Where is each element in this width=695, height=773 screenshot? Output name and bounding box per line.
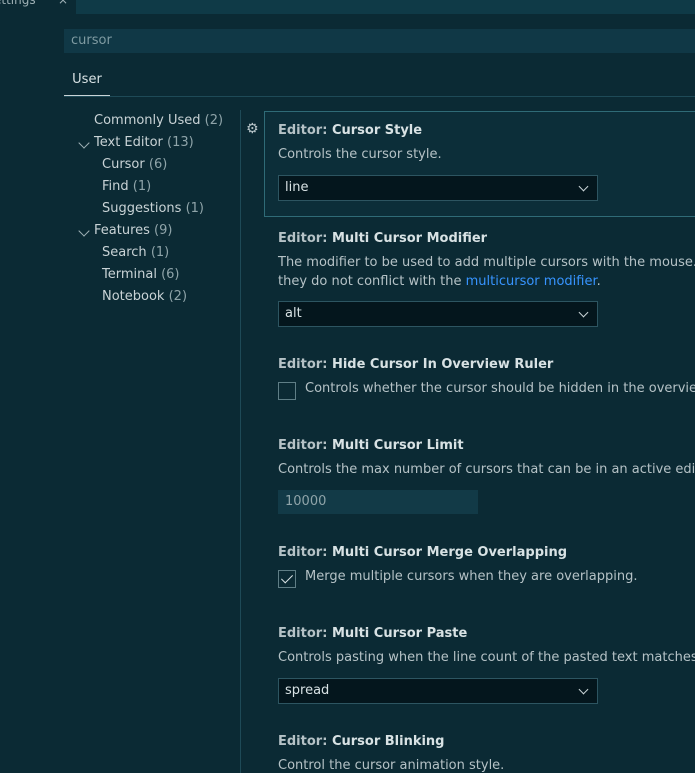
toc-item-search[interactable]: Search (1) bbox=[102, 242, 169, 264]
toc-count: (1) bbox=[150, 245, 170, 260]
multi-cursor-limit-input[interactable]: 10000 bbox=[278, 490, 478, 514]
scope-divider bbox=[64, 96, 695, 97]
toc-count: (6) bbox=[148, 157, 168, 172]
setting-title-multi-cursor-limit: Editor: Multi Cursor Limit bbox=[278, 438, 464, 453]
toc-count: (9) bbox=[154, 223, 173, 238]
setting-title-cursor-blinking: Editor: Cursor Blinking bbox=[278, 734, 445, 749]
tab-user-settings[interactable]: User bbox=[64, 69, 110, 96]
hide-cursor-overview-checkbox[interactable] bbox=[278, 382, 296, 400]
checkmark-icon bbox=[280, 571, 294, 584]
setting-name: Multi Cursor Paste bbox=[331, 626, 468, 641]
setting-name: Multi Cursor Limit bbox=[331, 438, 464, 453]
toc-item-commonly-used[interactable]: Commonly Used (2) bbox=[94, 110, 223, 132]
toc-label: Features bbox=[94, 223, 150, 238]
setting-category: Editor: bbox=[278, 438, 332, 453]
toc-label: Suggestions bbox=[102, 201, 182, 216]
description-text: they do not conflict with the bbox=[278, 274, 466, 289]
chevron-down-icon bbox=[578, 684, 589, 695]
toc-count: (6) bbox=[161, 267, 180, 282]
checkbox-label: Merge multiple cursors when they are ove… bbox=[305, 569, 638, 584]
checkbox-label: Controls whether the cursor should be hi… bbox=[305, 381, 695, 396]
toc-count: (1) bbox=[185, 201, 205, 216]
toc-item-text-editor[interactable]: Text Editor (13) bbox=[94, 132, 194, 154]
setting-description-line2: they do not conflict with the multicurso… bbox=[278, 274, 601, 289]
multi-cursor-merge-checkbox[interactable] bbox=[278, 570, 296, 588]
gear-icon[interactable]: ⚙ bbox=[246, 122, 260, 136]
toc-count: (13) bbox=[167, 135, 194, 150]
setting-category: Editor: bbox=[278, 626, 332, 641]
setting-category: Editor: bbox=[278, 357, 332, 372]
toc-item-cursor[interactable]: Cursor (6) bbox=[102, 154, 167, 176]
setting-name: Multi Cursor Modifier bbox=[331, 231, 488, 246]
toc-label: Commonly Used bbox=[94, 113, 201, 128]
cursor-style-select[interactable]: line bbox=[278, 175, 598, 201]
multi-cursor-paste-select[interactable]: spread bbox=[278, 678, 598, 704]
toc-label: Text Editor bbox=[94, 135, 163, 150]
settings-search-input[interactable]: cursor bbox=[64, 29, 695, 53]
setting-description: Controls the max number of cursors that … bbox=[278, 462, 695, 477]
multicursor-modifier-link[interactable]: multicursor modifier bbox=[466, 274, 597, 289]
setting-title-hide-cursor-overview: Editor: Hide Cursor In Overview Ruler bbox=[278, 357, 553, 372]
setting-category: Editor: bbox=[278, 123, 332, 138]
select-value: line bbox=[285, 180, 309, 195]
setting-description: Control the cursor animation style. bbox=[278, 758, 505, 773]
toc-label: Search bbox=[102, 245, 147, 260]
toc-divider bbox=[240, 110, 241, 773]
toc-label: Cursor bbox=[102, 157, 145, 172]
toc-item-features[interactable]: Features (9) bbox=[94, 220, 172, 242]
chevron-down-icon[interactable] bbox=[78, 225, 90, 237]
toc-count: (2) bbox=[168, 289, 188, 304]
toc-count: (2) bbox=[204, 113, 224, 128]
select-value: spread bbox=[285, 683, 330, 698]
setting-category: Editor: bbox=[278, 734, 332, 749]
select-value: alt bbox=[285, 306, 302, 321]
tab-settings-label: ettings bbox=[0, 0, 36, 7]
toc-label: Find bbox=[102, 179, 129, 194]
toc-label: Notebook bbox=[102, 289, 165, 304]
close-icon[interactable]: × bbox=[58, 0, 68, 6]
chevron-down-icon bbox=[578, 181, 589, 192]
chevron-down-icon bbox=[578, 307, 589, 318]
toc-label: Terminal bbox=[102, 267, 157, 282]
chevron-down-icon[interactable] bbox=[78, 137, 90, 149]
description-text: . bbox=[596, 274, 601, 289]
setting-name: Cursor Blinking bbox=[331, 734, 445, 749]
toc-item-notebook[interactable]: Notebook (2) bbox=[102, 286, 187, 308]
setting-title-multi-cursor-merge: Editor: Multi Cursor Merge Overlapping bbox=[278, 545, 567, 560]
setting-description: The modifier to be used to add multiple … bbox=[278, 255, 695, 270]
setting-title-multi-cursor-paste: Editor: Multi Cursor Paste bbox=[278, 626, 467, 641]
toc-item-find[interactable]: Find (1) bbox=[102, 176, 151, 198]
setting-name: Cursor Style bbox=[331, 123, 423, 138]
setting-description: Controls pasting when the line count of … bbox=[278, 650, 695, 665]
setting-title-multi-cursor-modifier: Editor: Multi Cursor Modifier bbox=[278, 231, 487, 246]
setting-title-cursor-style: Editor: Cursor Style bbox=[278, 123, 422, 138]
toc-item-terminal[interactable]: Terminal (6) bbox=[102, 264, 180, 286]
setting-name: Hide Cursor In Overview Ruler bbox=[331, 357, 554, 372]
setting-name: Multi Cursor Merge Overlapping bbox=[331, 545, 568, 560]
multi-cursor-modifier-select[interactable]: alt bbox=[278, 301, 598, 327]
setting-category: Editor: bbox=[278, 545, 332, 560]
editor-tab-bar: ettings × bbox=[0, 0, 695, 14]
toc-count: (1) bbox=[132, 179, 152, 194]
setting-description: Controls the cursor style. bbox=[278, 147, 442, 162]
tab-settings[interactable]: ettings × bbox=[0, 0, 76, 14]
toc-item-suggestions[interactable]: Suggestions (1) bbox=[102, 198, 204, 220]
tab-bar-empty bbox=[76, 0, 695, 14]
setting-category: Editor: bbox=[278, 231, 332, 246]
